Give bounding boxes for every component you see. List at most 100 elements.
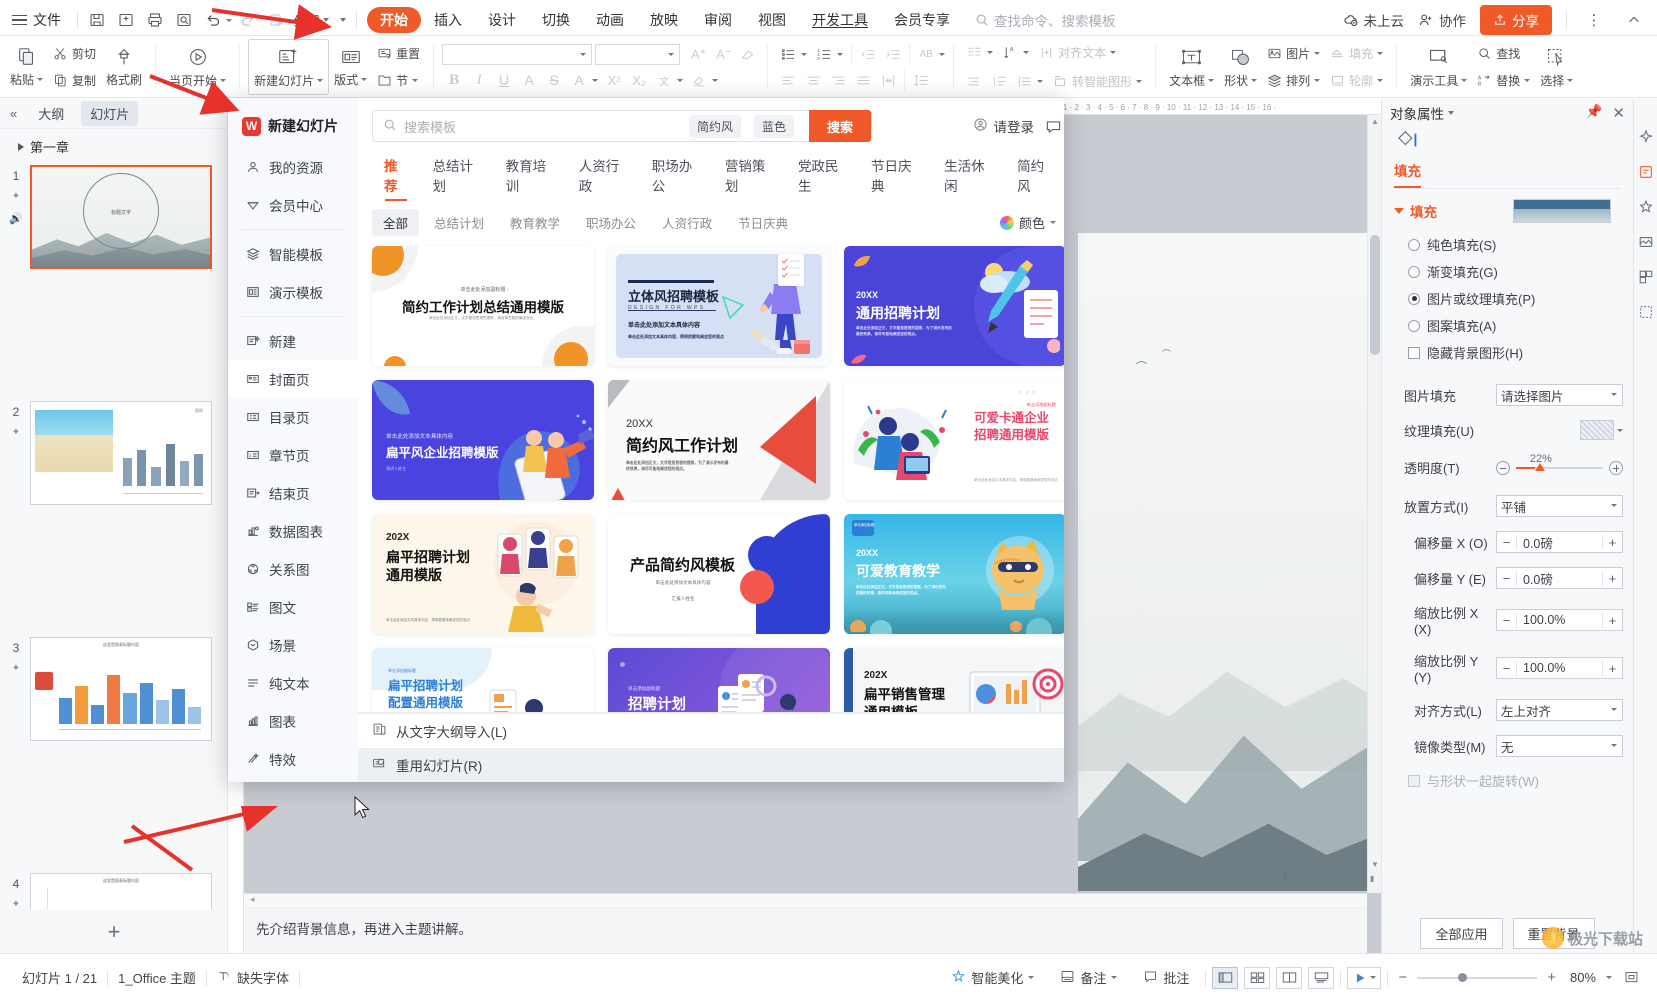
italic-icon[interactable]: I (467, 69, 491, 91)
view-reading-button[interactable] (1276, 966, 1303, 989)
plus-icon[interactable] (1609, 460, 1623, 475)
reuse-slide-button[interactable]: 重用幻灯片(R) (358, 748, 1064, 782)
panel-nav-effects[interactable]: 特效 (228, 740, 358, 778)
selection-pane-icon[interactable] (1638, 304, 1654, 323)
ai-assistant-icon[interactable] (1638, 129, 1654, 148)
decrease-indent-icon[interactable] (856, 43, 880, 65)
fill-option-solid[interactable]: 纯色填充(S) (1382, 231, 1633, 258)
tab-outline[interactable]: 大纲 (29, 101, 73, 126)
tab-slides[interactable]: 幻灯片 (81, 101, 139, 126)
smart-layout-icon[interactable] (1638, 269, 1654, 288)
panel-subtab-3[interactable]: 职场办公 (575, 209, 647, 236)
decrease-font-icon[interactable] (710, 43, 734, 65)
paste-button[interactable]: 粘贴 (5, 39, 48, 95)
menu-tab-transition[interactable]: 切换 (529, 7, 583, 33)
menu-tab-start[interactable]: 开始 (367, 7, 422, 33)
menu-tab-dev-tools[interactable]: 开发工具 (799, 7, 881, 33)
panel-nav-cover-page[interactable]: 封面页 (228, 360, 358, 398)
scale-x-plus[interactable]: + (1602, 612, 1622, 628)
highlight-icon[interactable] (687, 69, 711, 91)
print-preview-icon[interactable] (171, 7, 197, 33)
panel-nav-image-text[interactable]: 图文 (228, 588, 358, 626)
import-from-outline-button[interactable]: 从文字大纲导入(L) (358, 714, 1064, 748)
theme-name[interactable]: 1_Office 主题 (108, 968, 206, 987)
menu-tab-animation[interactable]: 动画 (583, 7, 637, 33)
fit-to-window-button[interactable] (1618, 970, 1645, 985)
share-button[interactable]: 分享 (1480, 5, 1552, 35)
collaborate-button[interactable]: 协作 (1418, 10, 1466, 30)
slide-thumbnail-3[interactable]: 3 ✦ 这里是图表标题内容 (0, 637, 227, 755)
template-grid[interactable]: - 单击此处添加副标题 - 简约工作计划总结通用模版 单击此处添加正文，文字是您… (358, 236, 1064, 712)
panel-subtab-5[interactable]: 节日庆典 (727, 209, 799, 236)
template-search-box[interactable]: 搜索模板 简约风 蓝色 搜索 (372, 110, 872, 142)
clear-format-icon[interactable] (735, 43, 759, 65)
menu-tab-design[interactable]: 设计 (475, 7, 529, 33)
color-filter-button[interactable]: 颜色 (999, 213, 1064, 232)
bold-icon[interactable]: B (442, 69, 466, 91)
transparency-slider[interactable]: 22% (1496, 453, 1623, 475)
template-card-12[interactable]: 202X 扁平销售管理通用模板 单击此处添加文本具体内容，简明扼要地阐述您的观点 (844, 648, 1064, 712)
offset-x-plus[interactable]: + (1602, 534, 1622, 550)
fill-option-gradient[interactable]: 渐变填充(G) (1382, 258, 1633, 285)
apply-all-button[interactable]: 全部应用 (1420, 918, 1503, 949)
panel-tab-9[interactable]: 简约风 (1005, 151, 1064, 203)
mirror-select[interactable]: 无 (1496, 735, 1623, 757)
scrollbar-thumb[interactable] (1370, 235, 1380, 355)
text-effect-icon[interactable]: A (517, 69, 541, 91)
underline-icon[interactable]: U (492, 69, 516, 91)
radio-gradient[interactable] (1408, 265, 1420, 278)
edit-pen-icon[interactable] (264, 7, 290, 33)
panel-nav-chart[interactable]: 图表 (228, 702, 358, 740)
panel-nav-data-chart[interactable]: 数据图表 (228, 512, 358, 550)
pin-icon[interactable]: 📌 (1586, 104, 1603, 122)
missing-font-button[interactable]: ? 缺失字体 (207, 968, 299, 987)
template-card-11[interactable]: 单击添加副标题 招聘计划通用模版 单击此处添加文本具体内容，简明扼要地阐述您的观… (608, 648, 830, 712)
menu-tab-insert[interactable]: 插入 (421, 7, 475, 33)
shape-button[interactable]: 形状 (1219, 39, 1262, 95)
undo-dropdown-icon[interactable] (226, 18, 232, 22)
panel-tab-7[interactable]: 节日庆典 (859, 151, 932, 203)
file-menu-button[interactable]: 文件 (0, 2, 71, 38)
pinyin-icon[interactable]: 文 (652, 69, 676, 91)
feedback-icon[interactable] (1040, 113, 1064, 139)
offset-x-stepper[interactable]: − 0.0磅 + (1496, 531, 1623, 553)
offset-y-stepper[interactable]: − 0.0磅 + (1496, 567, 1623, 589)
present-tools-button[interactable]: 演示工具 (1405, 39, 1472, 95)
strikethrough-icon[interactable]: S (542, 69, 566, 91)
template-card-7[interactable]: 202X 扁平招聘计划通用模版 单击此处添加文本具体内容，简明扼要地阐述您的观点 (372, 514, 594, 634)
fill-option-picture[interactable]: 图片或纹理填充(P) (1382, 285, 1633, 312)
panel-nav-toc-page[interactable]: 目录页 (228, 398, 358, 436)
paragraph-spacing-icon[interactable] (1012, 71, 1036, 93)
placement-select[interactable]: 平铺 (1496, 495, 1623, 517)
notes-pane[interactable]: ◂ 先介绍背景信息，再进入主题讲解。 (244, 893, 1367, 954)
font-color-icon[interactable]: A (567, 69, 591, 91)
copy-button[interactable]: 复制 (48, 68, 101, 93)
panel-nav-section-page[interactable]: 1 章节页 (228, 436, 358, 474)
panel-nav-smart-template[interactable]: 智能模板 (228, 235, 358, 273)
increase-indent-icon[interactable] (881, 43, 905, 65)
menu-tab-review[interactable]: 审阅 (691, 7, 745, 33)
slider-track[interactable]: 22% (1516, 453, 1603, 471)
slide-thumbnail-1[interactable]: 1 ✦ 🔊 标题文字 (0, 165, 227, 283)
radio-picture[interactable] (1408, 292, 1420, 305)
command-search[interactable]: 查找命令、搜索模板 (975, 10, 1116, 30)
hide-background-option[interactable]: 隐藏背景图形(H) (1382, 339, 1633, 366)
arrange-button[interactable]: 排列 (1262, 68, 1325, 93)
view-sorter-button[interactable] (1244, 966, 1271, 989)
fill-preview-thumb[interactable] (1513, 199, 1611, 223)
textbox-button[interactable]: 文本框 (1164, 39, 1219, 95)
section-title[interactable]: 第一章 (0, 129, 227, 162)
cut-button[interactable]: 剪切 (48, 41, 101, 66)
new-slide-button[interactable]: 新建幻灯片 (248, 39, 330, 95)
format-painter-button[interactable]: 格式刷 (101, 39, 147, 95)
scale-x-minus[interactable]: − (1497, 612, 1517, 628)
template-search-input[interactable]: 搜索模板 (404, 117, 682, 136)
texture-fill-preview[interactable] (1580, 420, 1614, 440)
panel-tab-6[interactable]: 党政民生 (786, 151, 859, 203)
save-as-icon[interactable] (113, 7, 139, 33)
panel-tab-3[interactable]: 人资行政 (567, 151, 640, 203)
panel-nav-plain-text[interactable]: 纯文本 (228, 664, 358, 702)
template-card-6[interactable]: ○ ○ ○ 单击添加副标题 可爱卡通企业招聘通用模版 单击此处添加文本具体内容，… (844, 380, 1064, 500)
panel-subtab-1[interactable]: 总结计划 (423, 209, 495, 236)
list-level-icon[interactable] (962, 71, 986, 93)
